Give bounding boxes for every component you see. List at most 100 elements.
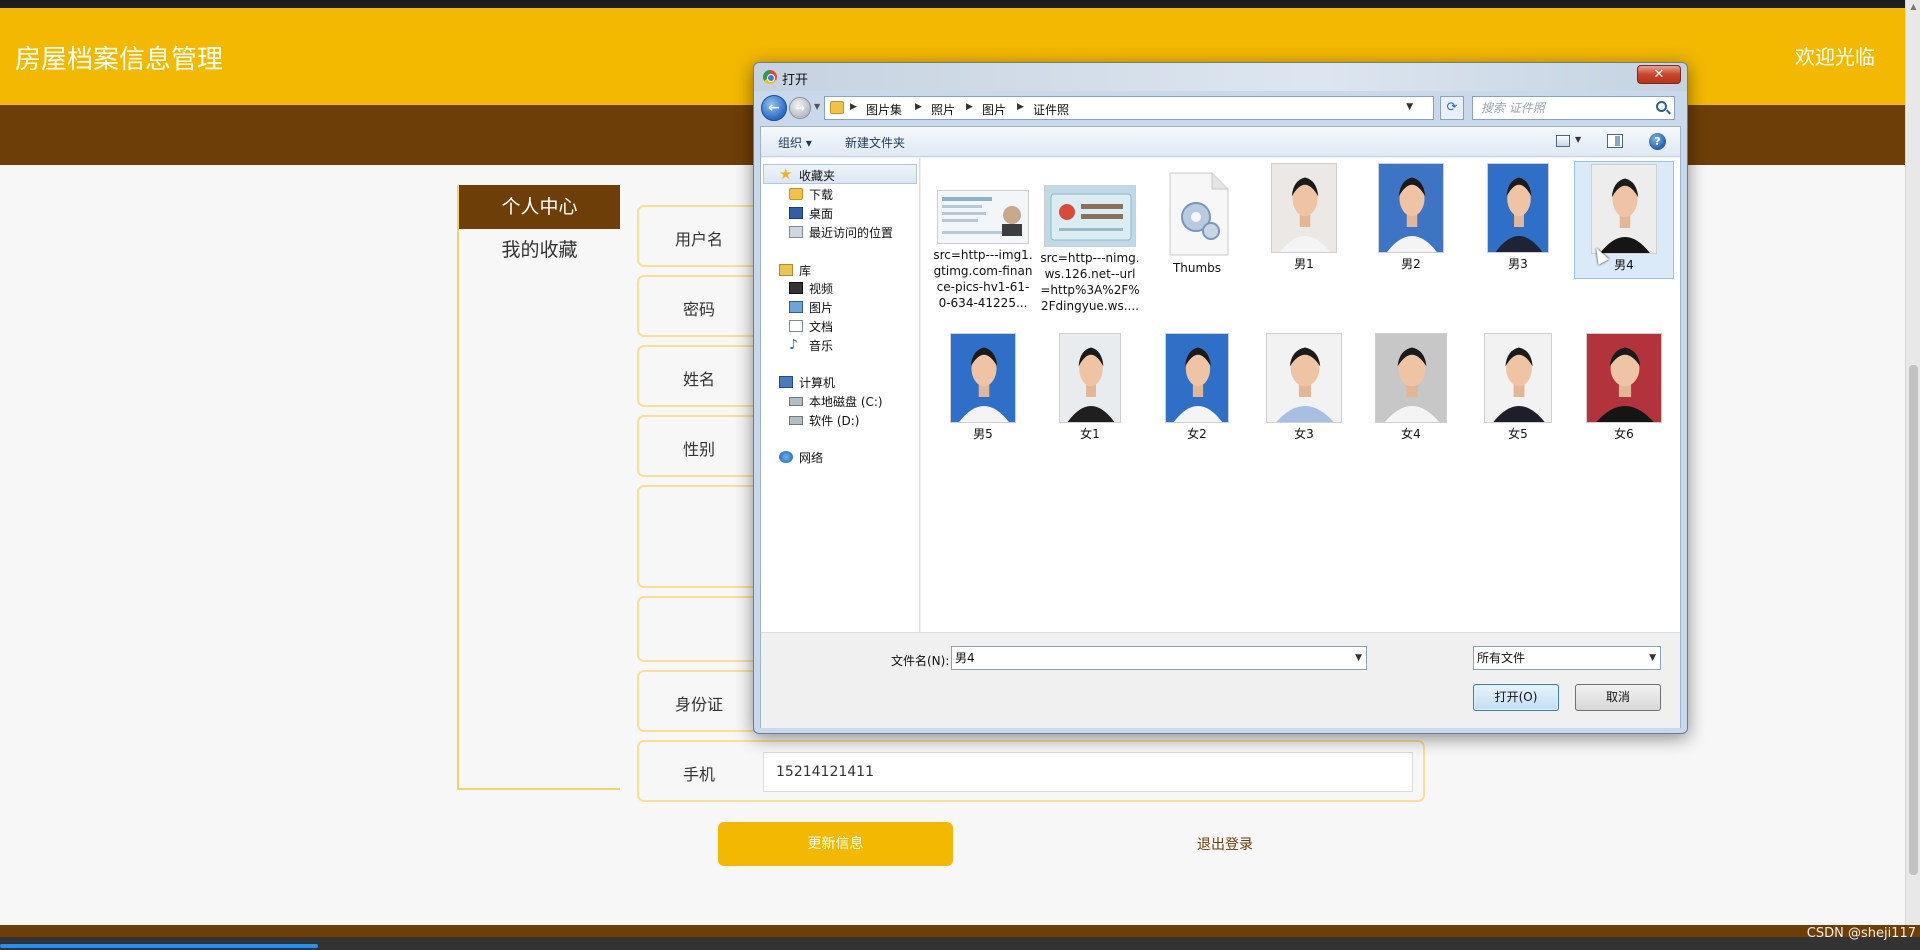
breadcrumb-item[interactable]: 图片集	[866, 101, 902, 118]
portrait-thumbnail	[950, 333, 1016, 423]
history-dropdown-icon[interactable]: ▼	[814, 102, 820, 111]
search-icon[interactable]	[1656, 101, 1667, 112]
filetype-select[interactable]: 所有文件 ▼	[1473, 646, 1661, 670]
id-card-thumbnail	[937, 190, 1029, 244]
close-button[interactable]: ✕	[1637, 65, 1681, 84]
search-input[interactable]: 搜索 证件照	[1472, 96, 1675, 120]
file-item[interactable]: 男3	[1468, 163, 1568, 272]
desktop-icon	[789, 207, 803, 219]
portrait-thumbnail	[1266, 333, 1342, 423]
breadcrumb-item[interactable]: 照片	[931, 101, 955, 118]
filename-value: 男4	[955, 651, 975, 665]
pictures-icon	[789, 301, 803, 313]
nav-item-videos[interactable]: 视频	[809, 280, 833, 297]
nav-item-network[interactable]: 网络	[799, 449, 823, 466]
portrait-thumbnail	[1586, 333, 1662, 423]
new-folder-button[interactable]: 新建文件夹	[845, 134, 905, 151]
dialog-footer: 文件名(N): 男4 ▼ 所有文件 ▼ 打开(O) 取消	[761, 632, 1680, 728]
welcome-text: 欢迎光临	[1795, 45, 1875, 69]
cancel-button[interactable]: 取消	[1575, 684, 1661, 711]
filename-dropdown-icon[interactable]: ▼	[1355, 647, 1362, 669]
recent-places-icon	[789, 226, 803, 238]
nav-item-favorites[interactable]: 收藏夹	[799, 167, 835, 184]
library-icon	[779, 264, 793, 276]
file-name: src=http---img1.gtimg.com-finance-pics-h…	[933, 248, 1033, 310]
file-name: 女1	[1080, 427, 1100, 441]
document-icon	[789, 320, 803, 332]
file-name: 女2	[1187, 427, 1207, 441]
portrait-thumbnail	[1059, 333, 1121, 423]
nav-item-drive-d[interactable]: 软件 (D:)	[809, 412, 859, 429]
filename-label: 文件名(N):	[891, 654, 950, 668]
file-item[interactable]: 女3	[1254, 333, 1354, 442]
side-menu-item-favorites[interactable]: 我的收藏	[459, 229, 620, 271]
address-row: ← → ▼ ▶ 图片集 ▶ 照片 ▶ 图片 ▶ 证件照 ▼ ⟳ 搜索 证件照	[760, 93, 1681, 123]
filetype-dropdown-icon[interactable]: ▼	[1649, 647, 1656, 669]
nav-item-downloads[interactable]: 下载	[809, 186, 833, 203]
side-menu: 个人中心 我的收藏	[457, 185, 620, 790]
nav-item-recent[interactable]: 最近访问的位置	[809, 224, 893, 241]
back-arrow-icon[interactable]: ←	[761, 95, 787, 121]
chevron-right-icon[interactable]: ▶	[1017, 102, 1024, 112]
video-icon	[789, 282, 803, 294]
nav-item-libraries[interactable]: 库	[799, 262, 811, 279]
address-bar[interactable]: ▶ 图片集 ▶ 照片 ▶ 图片 ▶ 证件照 ▼	[824, 96, 1434, 120]
open-button[interactable]: 打开(O)	[1473, 684, 1559, 711]
file-item[interactable]: 女5	[1468, 333, 1568, 442]
file-item[interactable]: 女6	[1574, 333, 1674, 442]
breadcrumb-item[interactable]: 证件照	[1033, 101, 1069, 118]
portrait-thumbnail	[1487, 163, 1549, 253]
file-item[interactable]: 男1	[1254, 163, 1354, 272]
nav-item-documents[interactable]: 文档	[809, 318, 833, 335]
chrome-icon	[763, 70, 777, 84]
form-row-phone: 手机 15214121411	[637, 740, 1425, 802]
file-item[interactable]: 女1	[1040, 333, 1140, 442]
file-name: 男3	[1508, 257, 1528, 271]
forward-arrow-icon[interactable]: →	[789, 97, 811, 119]
view-icon[interactable]	[1556, 135, 1570, 147]
help-icon[interactable]: ?	[1649, 133, 1666, 150]
filename-input[interactable]: 男4 ▼	[951, 646, 1367, 670]
nav-item-desktop[interactable]: 桌面	[809, 205, 833, 222]
organize-menu[interactable]: 组织 ▾	[778, 134, 812, 151]
nav-item-computer[interactable]: 计算机	[799, 374, 835, 391]
address-dropdown-icon[interactable]: ▼	[1406, 102, 1413, 112]
form-label: 密码	[682, 300, 715, 319]
dialog-titlebar[interactable]: 打开 ✕	[754, 63, 1687, 91]
nav-item-music[interactable]: 音乐	[809, 337, 833, 354]
form-label: 性别	[682, 440, 715, 459]
music-icon: ♪	[789, 337, 798, 353]
scrollbar-thumb[interactable]	[1909, 365, 1918, 875]
file-item-selected[interactable]: 男4	[1574, 161, 1674, 279]
browser-top-strip	[0, 0, 1905, 8]
file-item[interactable]: 男2	[1361, 163, 1461, 272]
scroll-up-icon[interactable]: ▲	[1909, 2, 1918, 12]
breadcrumb-item[interactable]: 图片	[982, 101, 1006, 118]
file-item[interactable]: src=http---nimg.ws.126.net--url=http%3A%…	[1040, 185, 1140, 314]
portrait-thumbnail	[1591, 164, 1657, 254]
preview-pane-icon[interactable]	[1607, 134, 1623, 148]
form-label: 姓名	[682, 370, 715, 389]
logout-link[interactable]: 退出登录	[1150, 834, 1300, 854]
nav-item-drive-c[interactable]: 本地磁盘 (C:)	[809, 393, 883, 410]
file-name: 男4	[1614, 258, 1634, 272]
watermark: CSDN @sheji117	[1806, 926, 1916, 941]
page-scrollbar[interactable]: ▲	[1905, 0, 1920, 925]
phone-input[interactable]: 15214121411	[763, 752, 1413, 792]
chevron-right-icon[interactable]: ▶	[850, 102, 857, 112]
site-title: 房屋档案信息管理	[15, 45, 224, 75]
nav-item-pictures[interactable]: 图片	[809, 299, 833, 316]
chevron-right-icon[interactable]: ▶	[915, 102, 922, 112]
view-dropdown-icon[interactable]: ▼	[1575, 135, 1581, 144]
file-item[interactable]: 女2	[1147, 333, 1247, 442]
settings-file-icon	[1169, 172, 1229, 256]
file-item[interactable]: Thumbs	[1147, 171, 1247, 276]
side-menu-heading[interactable]: 个人中心	[459, 185, 620, 229]
refresh-icon[interactable]: ⟳	[1440, 96, 1464, 120]
file-item[interactable]: 女4	[1361, 333, 1461, 442]
file-item[interactable]: 男5	[933, 333, 1033, 442]
update-info-button[interactable]: 更新信息	[718, 822, 953, 866]
file-item[interactable]: src=http---img1.gtimg.com-finance-pics-h…	[933, 190, 1033, 311]
drive-icon	[789, 397, 803, 406]
chevron-right-icon[interactable]: ▶	[966, 102, 973, 112]
